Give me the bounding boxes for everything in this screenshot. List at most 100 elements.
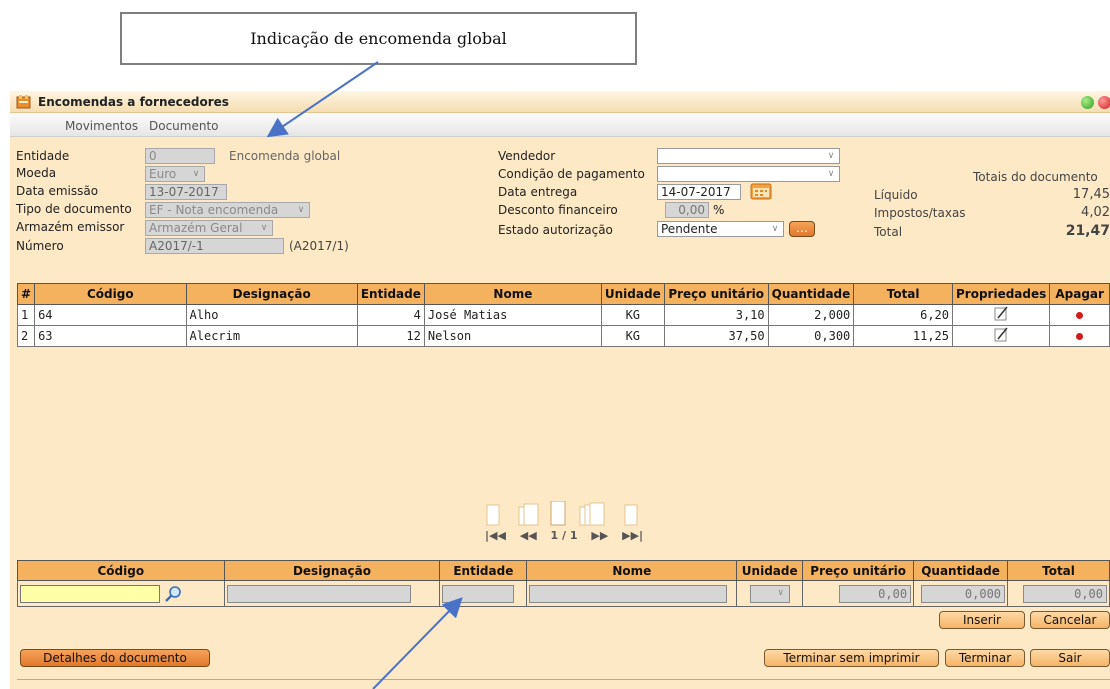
total-input[interactable]: 0,00 [1023,584,1107,603]
col-header-designacao: Designação [185,283,358,305]
designacao-input[interactable] [226,584,411,603]
first-page-button[interactable]: |◀◀ [485,529,506,542]
page-indicator: 1 / 1 [550,529,578,542]
cell-designacao: Alecrim [185,325,358,347]
search-icon[interactable] [164,585,182,603]
moeda-select[interactable]: Euro ∨ [145,166,205,182]
col-header-apagar: Apagar [1049,283,1110,305]
detalhes-documento-button[interactable]: Detalhes do documento [20,649,210,667]
edit-properties-icon[interactable] [994,306,1009,321]
sair-button[interactable]: Sair [1030,649,1110,667]
maximize-button[interactable] [1081,96,1094,109]
menu-movimentos[interactable]: Movimentos [65,119,138,133]
nome-input[interactable] [529,584,728,603]
entry-col-total: Total [1007,560,1110,581]
col-header-number: # [16,283,36,305]
entry-header-row: Código Designação Entidade Nome Unidade … [17,560,1110,581]
tipo-documento-label: Tipo de documento [16,202,132,216]
edit-properties-icon[interactable] [994,327,1009,342]
entry-row: ∨ 0,00 0,000 0,00 [17,580,1110,607]
col-header-quantidade: Quantidade [767,283,855,305]
window-titlebar: Encomendas a fornecedores [10,91,1110,113]
entidade-input[interactable] [442,584,515,603]
terminar-sem-imprimir-button[interactable]: Terminar sem imprimir [764,649,939,667]
cell-number: 1 [16,304,36,326]
quantidade-input[interactable]: 0,000 [921,584,1006,603]
chevron-down-icon: ∨ [827,169,835,179]
tipo-documento-value: EF - Nota encomenda [149,203,279,217]
col-header-codigo: Código [34,283,187,305]
inserir-button[interactable]: Inserir [939,611,1025,629]
table-row[interactable]: 2 63 Alecrim 12 Nelson KG 37,50 0,300 11… [16,325,1110,347]
cancelar-button[interactable]: Cancelar [1030,611,1110,629]
armazem-emissor-select[interactable]: Armazém Geral ∨ [145,220,273,236]
orders-window: Encomendas a fornecedores Movimentos Doc… [10,91,1110,689]
entry-col-entidade: Entidade [439,560,528,581]
window-title: Encomendas a fornecedores [38,95,229,109]
cell-entidade: 4 [356,304,425,326]
pages-icon [486,501,638,526]
numero-suffix: (A2017/1) [289,239,349,253]
chevron-down-icon: ∨ [260,223,268,233]
entidade-label: Entidade [16,149,70,163]
preco-input[interactable]: 0,00 [839,584,912,603]
totals-total-label: Total [874,225,903,239]
desconto-unit: % [713,203,725,217]
close-button[interactable] [1098,96,1110,109]
estado-details-button[interactable]: … [789,221,815,237]
data-entrega-label: Data entrega [498,185,578,199]
estado-autorizacao-select[interactable]: Pendente ∨ [657,221,784,237]
cell-propriedades [951,325,1051,347]
chevron-down-icon: ∨ [771,224,779,234]
cell-designacao: Alho [185,304,358,326]
menu-bar: Movimentos Documento [10,113,1110,137]
codigo-input[interactable] [20,584,160,603]
chevron-down-icon: ∨ [778,587,784,598]
data-emissao-field[interactable]: 13-07-2017 [145,184,227,200]
armazem-emissor-label: Armazém emissor [16,220,125,234]
data-entrega-field[interactable]: 14-07-2017 [657,184,741,200]
entry-col-nome: Nome [526,560,738,581]
cell-propriedades [951,304,1051,326]
cell-number: 2 [16,325,36,347]
terminar-button[interactable]: Terminar [945,649,1025,667]
armazem-emissor-value: Armazém Geral [149,221,243,235]
order-lines-table: # Código Designação Entidade Nome Unidad… [16,283,1110,347]
estado-autorizacao-value: Pendente [661,222,718,236]
condicao-pagamento-label: Condição de pagamento [498,167,645,181]
numero-field[interactable]: A2017/-1 [145,238,284,254]
cell-codigo: 64 [34,304,187,326]
entry-col-designacao: Designação [223,560,441,581]
desconto-financeiro-field[interactable]: 0,00 [665,202,709,218]
next-page-button[interactable]: ▶▶ [591,529,608,542]
calendar-icon[interactable] [750,182,772,200]
cell-nome: Nelson [423,325,602,347]
menu-documento[interactable]: Documento [149,119,219,133]
tipo-documento-select[interactable]: EF - Nota encomenda ∨ [145,202,310,218]
chevron-down-icon: ∨ [192,169,200,179]
entry-col-quantidade: Quantidade [913,560,1009,581]
cell-apagar [1049,325,1110,347]
numero-label: Número [16,239,64,253]
condicao-pagamento-select[interactable]: ∨ [657,166,840,182]
unidade-select[interactable]: ∨ [749,584,790,603]
cell-codigo: 63 [34,325,187,347]
last-page-button[interactable]: ▶▶| [622,529,643,542]
prev-page-button[interactable]: ◀◀ [520,529,537,542]
delete-dot-icon[interactable] [1076,333,1084,340]
pager: |◀◀ ◀◀ 1 / 1 ▶▶ ▶▶| [485,501,675,545]
col-header-preco: Preço unitário [663,283,769,305]
delete-dot-icon[interactable] [1076,312,1084,319]
entidade-field[interactable]: 0 [145,148,215,164]
totals-total-value: 21,47 [1065,223,1110,239]
totals-liquido-value: 17,45 [1072,187,1110,202]
vendedor-select[interactable]: ∨ [657,148,840,164]
chevron-down-icon: ∨ [827,151,835,161]
totals-heading: Totais do documento [973,170,1098,184]
col-header-propriedades: Propriedades [951,283,1051,305]
totals-impostos-label: Impostos/taxas [874,206,966,220]
table-row[interactable]: 1 64 Alho 4 José Matias KG 3,10 2,000 6,… [16,304,1110,326]
col-header-entidade: Entidade [356,283,425,305]
desconto-financeiro-label: Desconto financeiro [498,203,618,217]
annotation-callout-text: Indicação de encomenda global [250,29,507,48]
